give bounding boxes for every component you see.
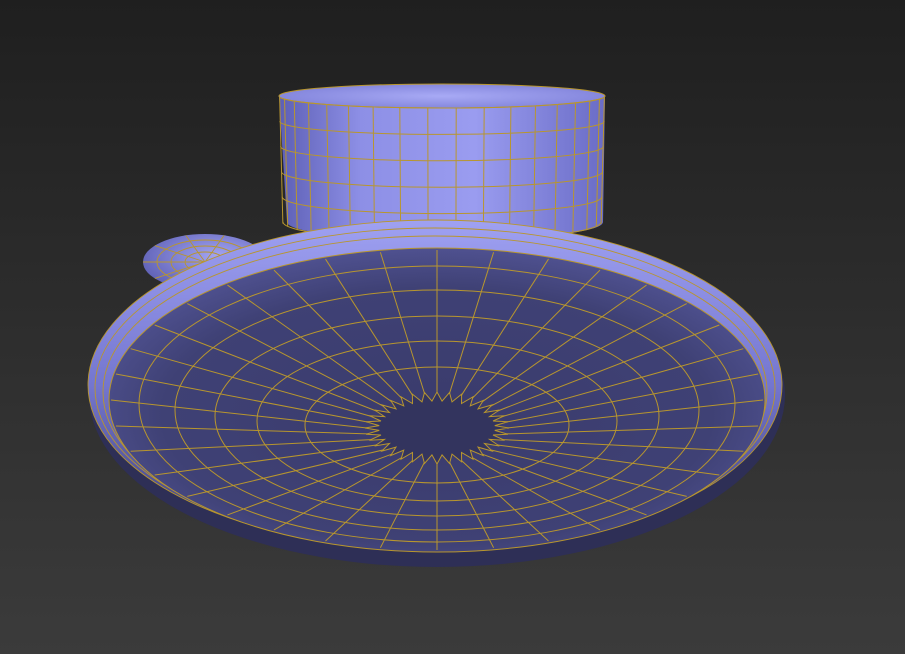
- cup-stem[interactable]: [278, 83, 606, 241]
- suction-face[interactable]: [108, 247, 766, 553]
- 3d-viewport[interactable]: [0, 0, 905, 654]
- viewport-scene[interactable]: [0, 0, 905, 654]
